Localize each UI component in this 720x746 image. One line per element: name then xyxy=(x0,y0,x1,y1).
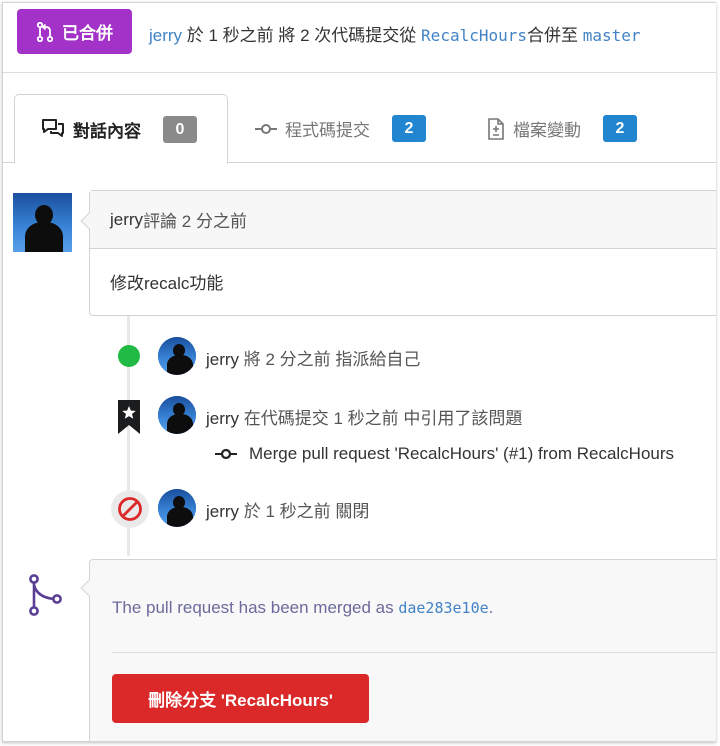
merge-icon xyxy=(36,21,54,42)
merge-summary: jerry 於 1 秒之前 將 2 次代碼提交從 RecalcHours合併至 … xyxy=(149,21,641,46)
pr-header: 已合併 jerry 於 1 秒之前 將 2 次代碼提交從 RecalcHours… xyxy=(3,3,716,73)
merge-message: The pull request has been merged as dae2… xyxy=(112,598,493,618)
tab-files-label: 檔案變動 xyxy=(513,121,581,140)
commit-reference[interactable]: Merge pull request 'RecalcHours' (#1) fr… xyxy=(215,444,674,464)
tab-commits[interactable]: 程式碼提交 2 xyxy=(255,94,426,163)
tab-conversation-count: 0 xyxy=(163,115,197,143)
divider xyxy=(112,652,716,653)
commit-icon xyxy=(255,123,277,134)
comment-author[interactable]: jerry xyxy=(110,210,143,230)
ban-icon xyxy=(111,490,149,528)
bookmark-star-icon xyxy=(118,400,140,434)
merged-status-badge: 已合併 xyxy=(17,9,132,54)
merge-summary-text-1: 於 1 秒之前 將 2 次代碼提交從 xyxy=(182,26,422,45)
event-user[interactable]: jerry xyxy=(206,409,239,428)
avatar[interactable] xyxy=(158,489,196,527)
delete-branch-button[interactable]: 刪除分支 'RecalcHours' xyxy=(112,674,369,723)
avatar[interactable] xyxy=(158,337,196,375)
commit-message[interactable]: Merge pull request 'RecalcHours' (#1) fr… xyxy=(249,444,674,464)
comment-body: 修改recalc功能 xyxy=(110,274,224,293)
event-user[interactable]: jerry xyxy=(206,350,239,369)
green-dot-icon xyxy=(118,345,140,367)
event-assigned: jerry 將 2 分之前 指派給自己 xyxy=(206,345,420,370)
tab-conversation[interactable]: 對話內容 0 xyxy=(14,94,228,164)
merged-status-label: 已合併 xyxy=(62,24,113,43)
author-link[interactable]: jerry xyxy=(149,26,182,45)
avatar[interactable] xyxy=(158,396,196,434)
merge-icon xyxy=(29,574,62,616)
merge-status-box: The pull request has been merged as dae2… xyxy=(89,559,716,741)
comment: jerry 評論 2 分之前 修改recalc功能 xyxy=(89,190,716,316)
tab-commits-label: 程式碼提交 xyxy=(285,121,370,140)
event-text: 將 2 分之前 指派給自己 xyxy=(239,350,421,369)
event-text: 於 1 秒之前 關閉 xyxy=(239,502,370,521)
merge-message-prefix: The pull request has been merged as xyxy=(112,598,399,617)
commit-icon xyxy=(215,448,237,460)
comment-meta: 評論 2 分之前 xyxy=(143,212,247,231)
target-branch[interactable]: master xyxy=(583,26,641,45)
event-text: 在代碼提交 1 秒之前 中引用了該問題 xyxy=(239,409,523,428)
comments-icon xyxy=(42,119,64,137)
tab-conversation-label: 對話內容 xyxy=(73,121,141,141)
comment-header: jerry 評論 2 分之前 xyxy=(90,191,716,249)
avatar[interactable] xyxy=(13,193,72,252)
tab-files-changed[interactable]: 檔案變動 2 xyxy=(487,94,637,163)
merge-commit-sha[interactable]: dae283e10e xyxy=(398,599,488,617)
event-user[interactable]: jerry xyxy=(206,502,239,521)
merge-summary-text-2: 合併至 xyxy=(527,26,583,45)
event-closed: jerry 於 1 秒之前 關閉 xyxy=(206,497,369,522)
tab-commits-count: 2 xyxy=(392,115,426,142)
file-diff-icon xyxy=(488,117,504,140)
source-branch[interactable]: RecalcHours xyxy=(421,26,527,45)
pr-tabs: 對話內容 0 程式碼提交 2 檔案變動 2 xyxy=(3,94,716,164)
tab-files-count: 2 xyxy=(603,115,637,142)
event-referenced: jerry 在代碼提交 1 秒之前 中引用了該問題 xyxy=(206,404,522,429)
pull-request-view: 已合併 jerry 於 1 秒之前 將 2 次代碼提交從 RecalcHours… xyxy=(2,2,716,742)
merge-message-suffix: . xyxy=(488,598,494,617)
